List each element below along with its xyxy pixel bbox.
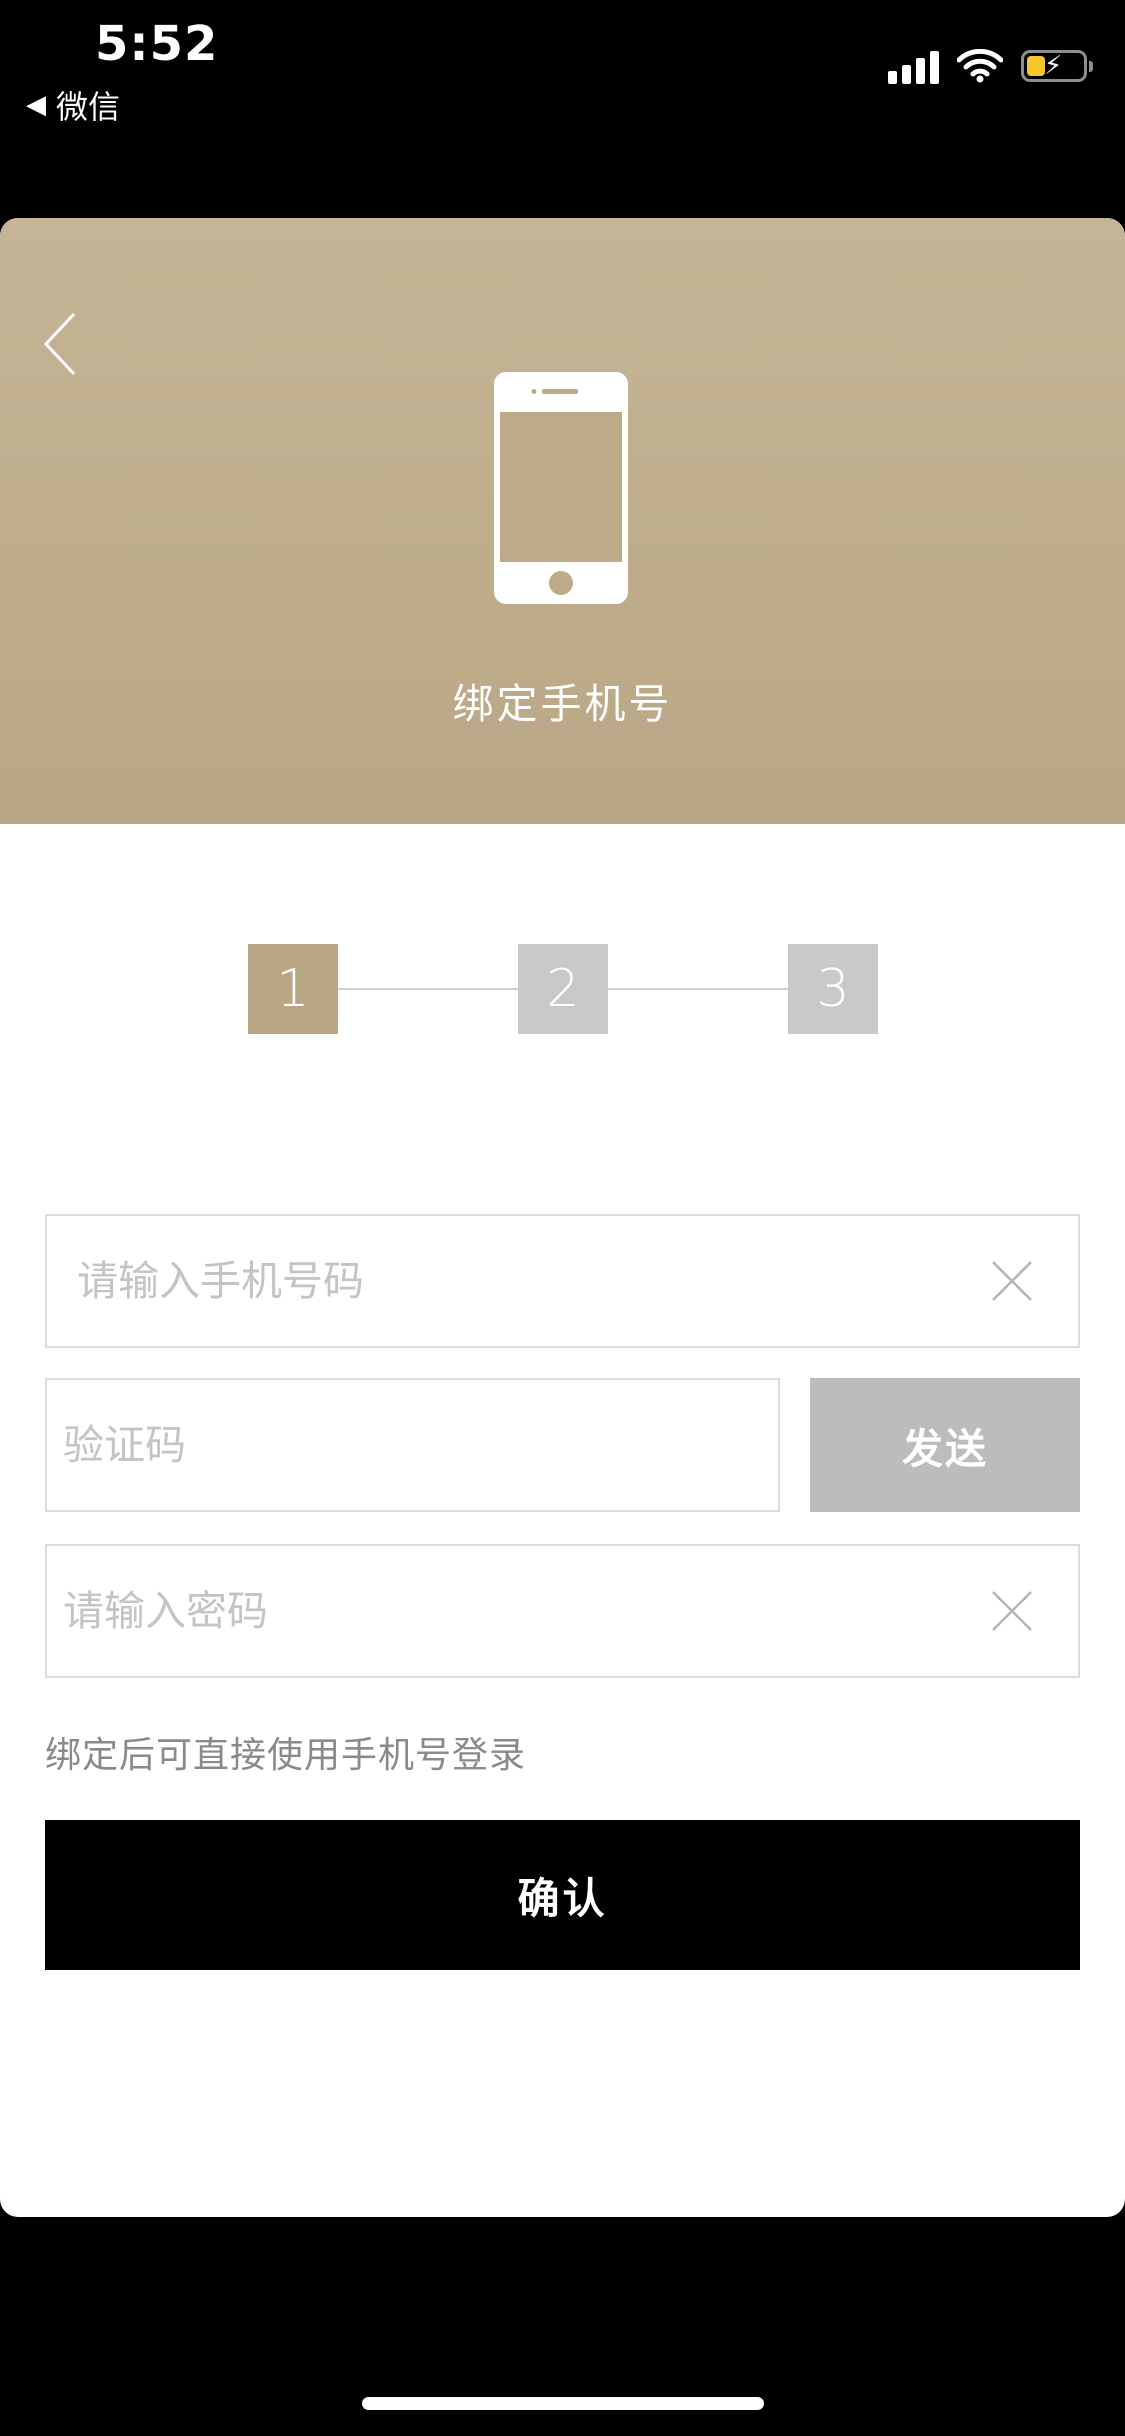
status-icons: ⚡ <box>888 48 1093 84</box>
confirm-button[interactable]: 确认 <box>45 1820 1080 1970</box>
status-bar: 5:52 ◀ 微信 ⚡ <box>0 0 1125 140</box>
back-to-app-link[interactable]: ◀ 微信 <box>26 82 120 128</box>
password-input[interactable] <box>63 1546 875 1676</box>
step-2: 2 <box>518 944 608 1034</box>
home-indicator[interactable] <box>362 2397 764 2410</box>
wifi-icon <box>957 49 1003 83</box>
chevron-left-icon[interactable] <box>40 310 80 378</box>
step-connector <box>608 988 788 990</box>
step-connector <box>338 988 518 990</box>
status-time: 5:52 <box>95 16 219 72</box>
login-hint-text: 绑定后可直接使用手机号登录 <box>45 1735 527 1776</box>
phone-input[interactable] <box>77 1216 878 1346</box>
page-title: 绑定手机号 <box>452 680 673 728</box>
step-3: 3 <box>788 944 878 1034</box>
back-to-app-label: 微信 <box>56 88 121 126</box>
smartphone-icon <box>494 372 628 604</box>
clear-password-icon[interactable] <box>990 1589 1034 1633</box>
phone-field <box>45 1214 1080 1348</box>
code-field <box>45 1378 780 1512</box>
battery-charging-icon: ⚡ <box>1021 50 1093 82</box>
clear-phone-icon[interactable] <box>990 1259 1034 1303</box>
password-field <box>45 1544 1080 1678</box>
step-indicator: 1 2 3 <box>248 944 878 1034</box>
send-code-button[interactable]: 发送 <box>810 1378 1080 1512</box>
triangle-left-icon: ◀ <box>26 90 46 120</box>
header-banner: 绑定手机号 <box>0 218 1125 824</box>
step-1: 1 <box>248 944 338 1034</box>
signal-icon <box>888 48 939 84</box>
bind-phone-card: 绑定手机号 1 2 3 发送 绑定后可直接使用手机号登录 确认 <box>0 218 1125 2217</box>
verification-code-input[interactable] <box>63 1380 635 1510</box>
